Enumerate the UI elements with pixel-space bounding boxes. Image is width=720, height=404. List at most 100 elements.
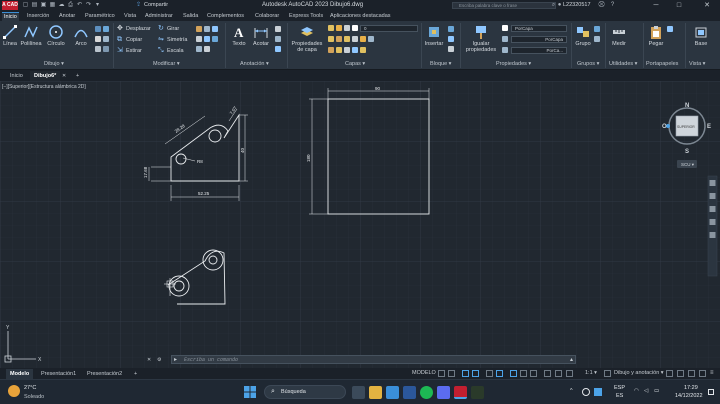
minimize-button[interactable]: ─ [649, 0, 663, 11]
app-tray-icon[interactable] [594, 388, 602, 396]
terminal-icon[interactable] [471, 386, 484, 399]
layer-freeze-icon[interactable] [336, 25, 342, 31]
modify-panel-label[interactable]: Modificar ▾ [153, 60, 180, 68]
wifi-icon[interactable]: ◠ [634, 388, 639, 394]
layer-tool-5-icon[interactable] [360, 36, 366, 42]
viewport-controls[interactable]: [−][Superior][Estructura alámbrica 2D] [2, 84, 86, 90]
weather-sun-icon[interactable] [8, 385, 20, 397]
share-button[interactable]: Compartir [144, 2, 168, 8]
scale-button[interactable]: ⤡ Escala [158, 47, 184, 56]
compass-east[interactable]: E [707, 124, 711, 130]
polar-toggle-icon[interactable] [472, 370, 479, 377]
taskbar-search-box[interactable]: ⌕ Búsqueda [264, 385, 346, 399]
clock-date[interactable]: 14/12/2022 [675, 393, 703, 399]
wcs-menu[interactable]: SCU ▾ [681, 162, 695, 167]
notifications-icon[interactable] [708, 389, 714, 395]
offset-icon[interactable] [204, 36, 210, 42]
weather-temp[interactable]: 27°C [24, 385, 36, 391]
erase-icon[interactable] [204, 26, 210, 32]
layer-tool-6-icon[interactable] [368, 36, 374, 42]
grid-toggle-icon[interactable] [438, 370, 445, 377]
layout-tab-modelo[interactable]: Modelo [6, 369, 34, 379]
cloud-icon[interactable]: ☁ [58, 2, 65, 9]
paste-button[interactable]: Pegar [648, 24, 664, 47]
object-snap-icon[interactable] [510, 370, 517, 377]
clean-screen-icon[interactable] [699, 370, 706, 377]
explode-icon[interactable] [212, 26, 218, 32]
maximize-button[interactable]: □ [672, 0, 686, 11]
tab-insercion[interactable]: Inserción [25, 12, 51, 21]
share-icon[interactable]: ⇪ [135, 2, 142, 9]
layer-dropdown[interactable]: 0 [360, 25, 418, 32]
print-icon[interactable]: ⎙ [67, 2, 74, 9]
view-panel-label[interactable]: Vista ▾ [689, 60, 705, 68]
properties-panel-label[interactable]: Propiedades ▾ [496, 60, 531, 68]
tab-express-tools[interactable]: Express Tools [287, 12, 325, 21]
join-icon[interactable] [204, 46, 210, 52]
measure-button[interactable]: Medir [611, 24, 627, 47]
units-icon[interactable] [677, 370, 684, 377]
ungroup-icon[interactable] [594, 26, 600, 32]
tab-salida[interactable]: Salida [181, 12, 200, 21]
file-explorer-icon[interactable] [369, 386, 382, 399]
layout-tab-presentacion2[interactable]: Presentación2 [83, 369, 126, 379]
command-input[interactable]: Escriba un comando [184, 357, 238, 363]
group-button[interactable]: Grupo [574, 24, 592, 47]
annotation-scale[interactable]: 1:1 ▾ [585, 370, 597, 376]
layer-properties-button[interactable]: Propiedades de capa [290, 24, 324, 53]
drawing-canvas[interactable]: 28.28 7.07 R8 40 17.68 52.25 90 180 Y X … [0, 81, 720, 368]
layer-tool-8-icon[interactable] [336, 47, 342, 53]
boundary-icon[interactable] [103, 46, 109, 52]
snap-toggle-icon[interactable] [448, 370, 455, 377]
save-as-icon[interactable]: ▦ [49, 2, 56, 9]
command-line[interactable]: ▸ Escriba un comando ▴ [171, 355, 576, 364]
layer-color-icon[interactable] [352, 25, 358, 31]
transparency-icon[interactable] [530, 370, 537, 377]
edit-block-icon[interactable] [448, 36, 454, 42]
annotation-more-icon[interactable] [275, 46, 281, 52]
tray-overflow-icon[interactable]: ^ [570, 388, 573, 394]
rotate-button[interactable]: ↻ Girar [158, 25, 179, 34]
save-icon[interactable]: ▣ [40, 2, 47, 9]
layer-tool-9-icon[interactable] [344, 47, 350, 53]
battery-icon[interactable]: ▭ [654, 388, 659, 394]
user-icon[interactable]: ● [556, 2, 563, 9]
table-icon[interactable] [275, 36, 281, 42]
stretch-button[interactable]: ⇲ Estirar [117, 47, 142, 56]
customization-menu-icon[interactable]: ≡ [710, 370, 714, 376]
arc-button[interactable]: Arco [72, 24, 90, 47]
model-space-toggle[interactable]: MODELO [412, 370, 436, 376]
lineweight-toggle-icon[interactable] [520, 370, 527, 377]
move-button[interactable]: ✥ Desplazar [117, 25, 151, 34]
tab-vista[interactable]: Vista [122, 12, 138, 21]
navigation-bar[interactable] [707, 175, 718, 277]
doc-tab-inicio[interactable]: Inicio [6, 71, 27, 81]
annotation-visibility-icon[interactable] [555, 370, 562, 377]
isodraft-icon[interactable] [486, 370, 493, 377]
layer-tool-2-icon[interactable] [336, 36, 342, 42]
layer-lock-icon[interactable] [344, 25, 350, 31]
viewcube-face[interactable]: SUPERIOR [677, 125, 695, 129]
new-file-icon[interactable]: ▢ [22, 2, 29, 9]
create-block-icon[interactable] [448, 26, 454, 32]
tab-parametrico[interactable]: Paramétrico [83, 12, 117, 21]
tab-complementos[interactable]: Complementos [205, 12, 246, 21]
color-swatch-icon[interactable] [502, 25, 508, 31]
dropdown-arrow-icon[interactable]: ▾ [94, 2, 101, 9]
rectangle-icon[interactable] [95, 26, 101, 32]
teams-icon[interactable] [437, 386, 450, 399]
layer-tool-3-icon[interactable] [344, 36, 350, 42]
draw-panel-label[interactable]: Dibujo ▾ [44, 60, 64, 68]
add-layout-button[interactable]: + [130, 369, 141, 379]
block-attr-icon[interactable] [448, 46, 454, 52]
linetype-dropdown[interactable]: PorCa... [511, 47, 567, 54]
layer-tool-10-icon[interactable] [352, 47, 358, 53]
workspace-icon[interactable] [604, 370, 611, 377]
task-view-icon[interactable] [352, 386, 365, 399]
tab-colaborar[interactable]: Colaborar [253, 12, 281, 21]
leader-icon[interactable] [275, 26, 281, 32]
keyboard-language[interactable]: ESP [614, 385, 625, 391]
autocad-logo[interactable]: A CAD [2, 1, 18, 10]
selection-cycling-icon[interactable] [544, 370, 551, 377]
compass-west[interactable]: O [662, 124, 667, 130]
